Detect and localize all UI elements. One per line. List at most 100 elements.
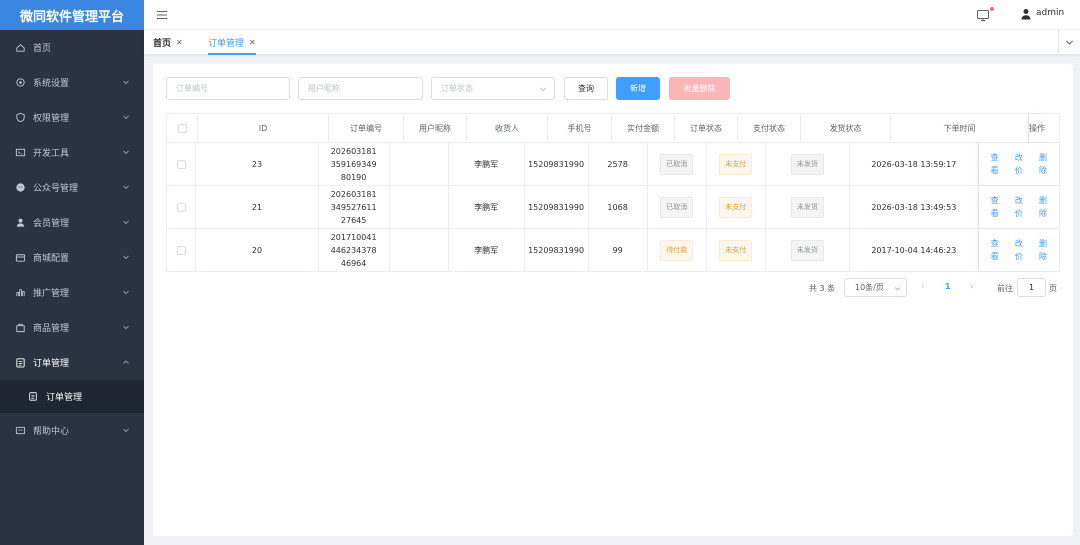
ship-status-badge: 未发货 <box>790 239 824 261</box>
cell-nickname <box>390 186 449 228</box>
cell-receiver: 李鹏军 <box>449 229 525 271</box>
cell-order-no: 20260318134952761127645 <box>319 186 390 228</box>
shop-icon <box>14 252 26 264</box>
pay-status-badge: 未支付 <box>719 153 753 175</box>
column-header: 支付状态 <box>738 114 801 142</box>
sidebar-item-label: 推广管理 <box>33 289 70 299</box>
view-link[interactable]: 查看 <box>988 237 1002 263</box>
next-page-icon[interactable]: › <box>970 282 974 292</box>
submenu-item-orders[interactable]: 订单管理 <box>0 380 144 413</box>
cell-receiver: 李鹏军 <box>449 186 525 228</box>
tabs-bar: 首页 ✕ 订单管理 ✕ <box>144 30 1080 55</box>
goto-label: 前往 <box>997 284 1013 293</box>
goto-page-input[interactable]: 1 <box>1017 278 1046 297</box>
change-price-link[interactable]: 改价 <box>1012 237 1026 263</box>
sidebar-item-goods[interactable]: 商品管理 <box>0 310 144 345</box>
query-button[interactable]: 查询 <box>564 77 608 100</box>
view-link[interactable]: 查看 <box>988 151 1002 177</box>
column-header: 订单编号 <box>329 114 404 142</box>
user-avatar-icon <box>1021 9 1031 20</box>
close-icon[interactable]: ✕ <box>176 38 183 47</box>
row-checkbox[interactable] <box>176 245 186 255</box>
tab-order-management[interactable]: 订单管理 ✕ <box>208 30 256 55</box>
sidebar-item-help[interactable]: 帮助中心 <box>0 413 144 448</box>
sidebar-item-promote[interactable]: 推广管理 <box>0 275 144 310</box>
cell-actions: 查看 改价 删除 <box>979 186 1059 228</box>
delete-link[interactable]: 删除 <box>1036 151 1050 177</box>
promote-icon <box>14 287 26 299</box>
cell-pay-status: 未支付 <box>707 186 766 228</box>
sidebar-item-shop[interactable]: 商城配置 <box>0 240 144 275</box>
settings-icon <box>15 78 25 87</box>
chevron-down-icon <box>123 150 129 155</box>
sidebar: 微同软件管理平台 首页 系统设置 权限管理开发工具公众号管理会员管理商城配置推广管理… <box>0 0 144 545</box>
page-number-current[interactable]: 1 <box>945 282 951 291</box>
cell-id: 20 <box>196 229 319 271</box>
pay-status-badge: 未支付 <box>719 196 753 218</box>
clipboard-icon <box>15 358 25 368</box>
ship-status-badge: 未发货 <box>790 153 824 175</box>
pagination-total: 共 3 条 <box>809 284 836 293</box>
order-status-select[interactable]: 订单状态 <box>431 77 555 100</box>
cell-order-no: 20260318135916934980190 <box>319 143 390 185</box>
ship-status-badge: 未发货 <box>790 196 824 218</box>
hamburger-icon[interactable] <box>156 9 168 21</box>
tab-home[interactable]: 首页 ✕ <box>153 30 183 55</box>
top-header: admin <box>144 0 1080 30</box>
cell-amount: 1068 <box>589 186 648 228</box>
tabs-dropdown-button[interactable] <box>1058 30 1080 55</box>
column-header: 用户昵称 <box>404 114 467 142</box>
delete-link[interactable]: 删除 <box>1036 194 1050 220</box>
cell-id: 21 <box>196 186 319 228</box>
cell-ship-status: 未发货 <box>766 186 850 228</box>
row-checkbox[interactable] <box>176 159 186 169</box>
cell-order-status: 已取消 <box>648 186 707 228</box>
shop-icon <box>15 254 25 262</box>
prev-page-icon[interactable]: ‹ <box>921 282 925 292</box>
pay-status-badge: 未支付 <box>719 239 753 261</box>
table-header-row: ID 订单编号 用户昵称 收货人 手机号 实付金额 订单状态 支付状态 发货状态 下单时间 操作 <box>167 114 1059 143</box>
sidebar-item-wechat[interactable]: 公众号管理 <box>0 170 144 205</box>
user-name[interactable]: admin <box>1036 8 1064 18</box>
order-no-input[interactable]: 订单编号 <box>166 77 290 100</box>
sidebar-item-label: 会员管理 <box>33 219 70 229</box>
sidebar-item-code[interactable]: 开发工具 <box>0 135 144 170</box>
order-status-badge: 已取消 <box>660 196 694 218</box>
add-button[interactable]: 新增 <box>616 77 660 100</box>
change-price-link[interactable]: 改价 <box>1012 151 1026 177</box>
row-select-cell <box>167 143 197 185</box>
nickname-input[interactable]: 用户昵称 <box>298 77 423 100</box>
page-size-label: 10条/页 <box>855 283 884 292</box>
screen-notification-icon[interactable] <box>976 8 990 22</box>
chevron-down-icon <box>123 255 129 260</box>
brand-title: 微同软件管理平台 <box>0 0 144 30</box>
column-header: 实付金额 <box>612 114 675 142</box>
cell-ship-status: 未发货 <box>766 143 850 185</box>
sidebar-item-clipboard[interactable]: 订单管理 <box>0 345 144 380</box>
sidebar-item-home[interactable]: 首页 <box>0 30 144 65</box>
chevron-down-icon <box>540 87 546 92</box>
clipboard-icon <box>29 392 37 401</box>
select-all-checkbox[interactable] <box>177 123 187 133</box>
view-link[interactable]: 查看 <box>988 194 1002 220</box>
sidebar-item-settings[interactable]: 系统设置 <box>0 65 144 100</box>
submenu-item-label: 订单管理 <box>46 393 83 403</box>
close-icon[interactable]: ✕ <box>249 38 256 47</box>
clipboard-icon <box>28 391 39 402</box>
sidebar-item-shield[interactable]: 权限管理 <box>0 100 144 135</box>
cell-actions: 查看 改价 删除 <box>979 143 1059 185</box>
batch-delete-button[interactable]: 批量删除 <box>669 77 730 100</box>
cell-order-time: 2026-03-18 13:49:53 <box>850 186 979 228</box>
sidebar-item-user[interactable]: 会员管理 <box>0 205 144 240</box>
row-checkbox[interactable] <box>176 202 186 212</box>
select-all-cell <box>167 114 198 142</box>
change-price-link[interactable]: 改价 <box>1012 194 1026 220</box>
tab-label: 首页 <box>153 39 172 49</box>
column-header: 收货人 <box>467 114 548 142</box>
cell-order-time: 2026-03-18 13:59:17 <box>850 143 979 185</box>
delete-link[interactable]: 删除 <box>1036 237 1050 263</box>
cell-order-status: 已取消 <box>648 143 707 185</box>
chevron-down-icon <box>123 80 129 85</box>
sidebar-item-label: 开发工具 <box>33 149 70 159</box>
page-size-select[interactable]: 10条/页 <box>844 278 907 297</box>
